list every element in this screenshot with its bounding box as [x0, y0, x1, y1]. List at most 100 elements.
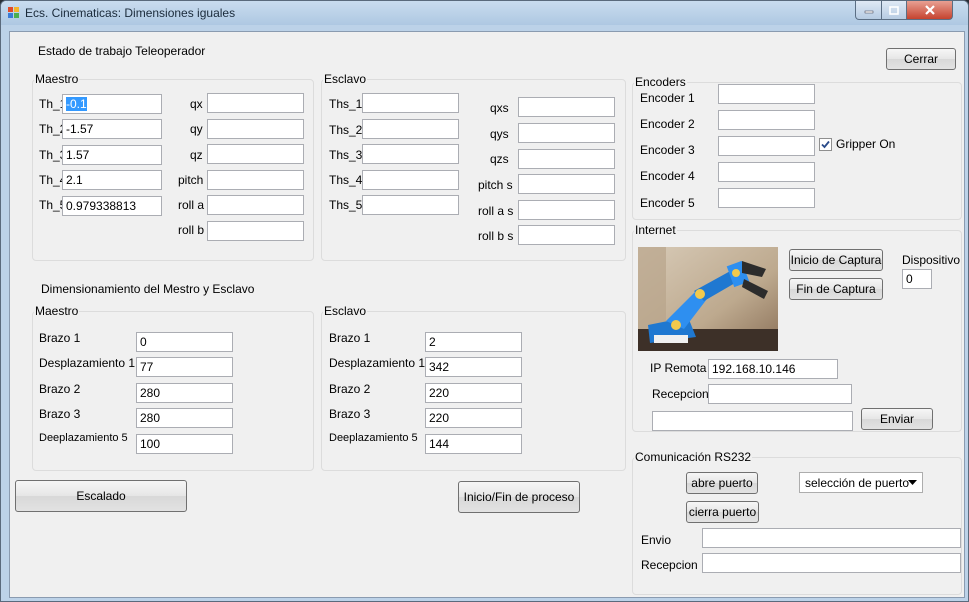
close-window-button[interactable]	[906, 1, 953, 20]
th3-input[interactable]: 1.57	[62, 145, 162, 165]
dim-maestro-brazo2-input[interactable]: 280	[136, 383, 233, 403]
inicio-fin-proceso-button[interactable]: Inicio/Fin de proceso	[458, 481, 580, 513]
pitch-label: pitch	[178, 173, 204, 187]
qzs-label: qzs	[490, 152, 509, 166]
send-button[interactable]: Enviar	[861, 408, 933, 430]
qx-label: qx	[190, 97, 203, 111]
maximize-button[interactable]	[881, 1, 907, 20]
dim-maestro-brazo3-input[interactable]: 280	[136, 408, 233, 428]
ths5-label: Ths_5	[329, 198, 363, 212]
open-port-button[interactable]: abre puerto	[686, 472, 758, 494]
internet-group-title: Internet	[634, 223, 677, 237]
encoder5-label: Encoder 5	[640, 196, 695, 210]
dim-esclavo-brazo3-label: Brazo 3	[329, 407, 371, 421]
start-capture-button[interactable]: Inicio de Captura	[789, 249, 883, 271]
roll-b-s-input[interactable]	[518, 225, 615, 245]
rs232-reception-input[interactable]	[702, 553, 961, 573]
ths1-label: Ths_1	[329, 97, 363, 111]
gripper-checkbox[interactable]	[819, 138, 832, 151]
qys-label: qys	[490, 127, 509, 141]
close-button[interactable]: Cerrar	[886, 48, 956, 70]
port-select-value: selección de puerto	[805, 476, 910, 490]
th2-input[interactable]: -1.57	[62, 119, 162, 139]
status-title: Estado de trabajo Teleoperador	[38, 44, 206, 58]
ths1-input[interactable]	[362, 93, 459, 113]
th1-input[interactable]: -0.1	[62, 94, 162, 114]
rs232-send-input[interactable]	[702, 528, 961, 548]
end-capture-button[interactable]: Fin de Captura	[789, 278, 883, 300]
dim-esclavo-desplazamiento1-input[interactable]: 342	[425, 357, 522, 377]
encoder1-input[interactable]	[718, 84, 815, 104]
qxs-label: qxs	[490, 101, 509, 115]
rs232-reception-label: Recepcion	[641, 558, 698, 572]
qzs-input[interactable]	[518, 149, 615, 169]
window-left-border	[1, 25, 9, 601]
encoder5-input[interactable]	[718, 188, 815, 208]
ip-remote-input[interactable]: 192.168.10.146	[708, 359, 838, 379]
application-window: Ecs. Cinematicas: Dimensiones iguales Es…	[0, 0, 969, 602]
device-input[interactable]: 0	[902, 269, 932, 289]
qys-input[interactable]	[518, 123, 615, 143]
ths4-input[interactable]	[362, 170, 459, 190]
dim-maestro-desplazamiento5-label: Deeplazamiento 5	[39, 432, 128, 444]
encoder3-label: Encoder 3	[640, 143, 695, 157]
qy-input[interactable]	[207, 119, 304, 139]
maximize-icon	[889, 5, 899, 15]
encoder2-input[interactable]	[718, 110, 815, 130]
encoder4-input[interactable]	[718, 162, 815, 182]
escalado-button[interactable]: Escalado	[15, 480, 187, 512]
qxs-input[interactable]	[518, 97, 615, 117]
ths2-label: Ths_2	[329, 123, 363, 137]
encoders-group-title: Encoders	[634, 75, 687, 89]
dim-esclavo-brazo2-input[interactable]: 220	[425, 383, 522, 403]
ths2-input[interactable]	[362, 119, 459, 139]
dim-esclavo-desplazamiento1-label: Desplazamiento 1	[329, 356, 426, 370]
dim-esclavo-desplazamiento5-input[interactable]: 144	[425, 434, 522, 454]
title-bar[interactable]: Ecs. Cinematicas: Dimensiones iguales	[1, 1, 968, 25]
roll-b-input[interactable]	[207, 221, 304, 241]
roll-a-s-label: roll a s	[478, 204, 514, 218]
dim-esclavo-brazo1-label: Brazo 1	[329, 331, 371, 345]
maestro-group-title: Maestro	[34, 72, 80, 86]
internet-reception-input[interactable]	[708, 384, 852, 404]
device-label: Dispositivo	[902, 253, 961, 267]
th5-input[interactable]: 0.979338813	[62, 196, 162, 216]
qz-label: qz	[190, 148, 203, 162]
gripper-label: Gripper On	[836, 137, 896, 151]
roll-b-s-label: roll b s	[478, 229, 514, 243]
dim-maestro-desplazamiento1-input[interactable]: 77	[136, 357, 233, 377]
minimize-icon	[864, 10, 873, 14]
dim-maestro-desplazamiento1-label: Desplazamiento 1	[39, 356, 136, 370]
pitch-s-input[interactable]	[518, 174, 615, 194]
encoder3-input[interactable]	[718, 136, 815, 156]
qz-input[interactable]	[207, 144, 304, 164]
dim-esclavo-brazo1-input[interactable]: 2	[425, 332, 522, 352]
ths3-input[interactable]	[362, 144, 459, 164]
dim-maestro-brazo1-input[interactable]: 0	[136, 332, 233, 352]
internet-send-input[interactable]	[652, 411, 853, 431]
roll-a-input[interactable]	[207, 195, 304, 215]
close-port-button[interactable]: cierra puerto	[686, 501, 759, 523]
dim-maestro-brazo2-label: Brazo 2	[39, 382, 81, 396]
encoder1-label: Encoder 1	[640, 91, 695, 105]
dim-esclavo-brazo3-input[interactable]: 220	[425, 408, 522, 428]
rs232-send-label: Envio	[641, 533, 672, 547]
encoder4-label: Encoder 4	[640, 169, 695, 183]
th4-input[interactable]: 2.1	[62, 170, 162, 190]
dim-esclavo-desplazamiento5-label: Deeplazamiento 5	[329, 432, 418, 444]
dim-maestro-brazo3-label: Brazo 3	[39, 407, 81, 421]
roll-a-s-input[interactable]	[518, 200, 615, 220]
qx-input[interactable]	[207, 93, 304, 113]
camera-capture-image	[638, 247, 778, 351]
qy-label: qy	[190, 122, 203, 136]
app-icon	[8, 7, 19, 18]
esclavo-group-title: Esclavo	[323, 72, 368, 86]
ths5-input[interactable]	[362, 195, 459, 215]
pitch-input[interactable]	[207, 170, 304, 190]
ths4-label: Ths_4	[329, 173, 363, 187]
dim-maestro-desplazamiento5-input[interactable]: 100	[136, 434, 233, 454]
minimize-button[interactable]	[855, 1, 882, 20]
dim-esclavo-group-title: Esclavo	[323, 304, 368, 318]
dim-maestro-group-title: Maestro	[34, 304, 80, 318]
port-select[interactable]: selección de puerto	[799, 472, 923, 493]
